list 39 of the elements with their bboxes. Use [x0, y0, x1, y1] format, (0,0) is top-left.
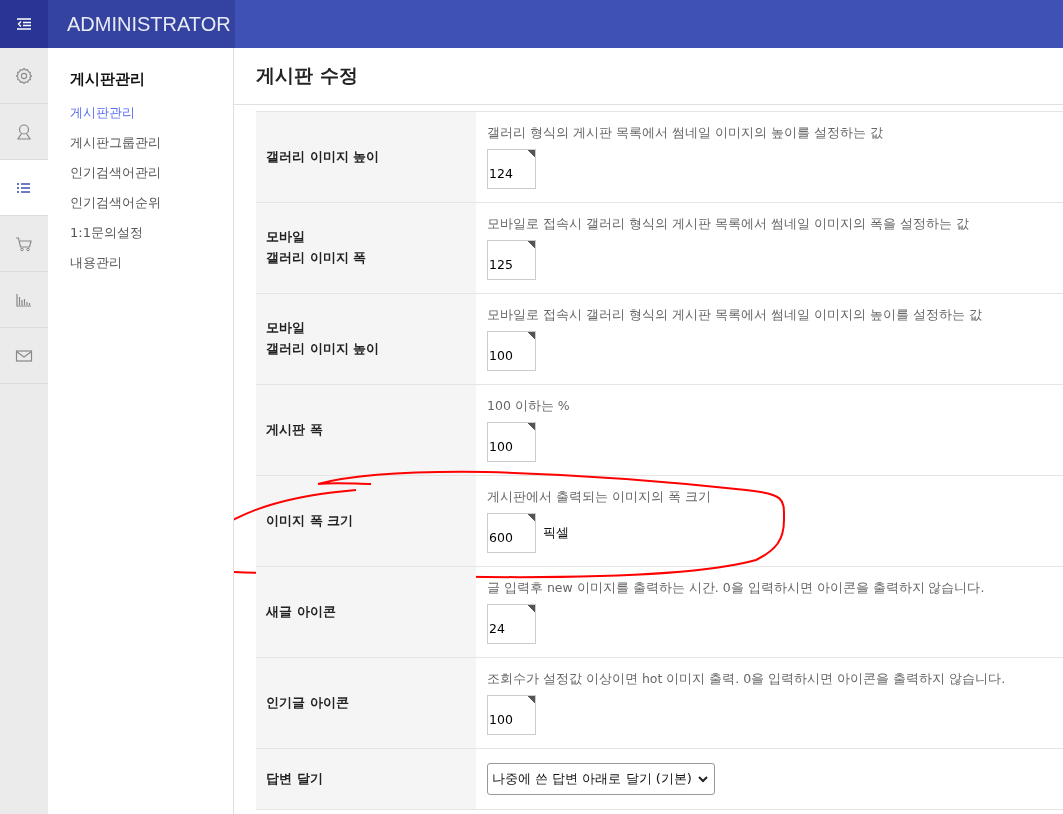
number-input[interactable]: 24	[487, 604, 536, 644]
person-icon	[15, 122, 33, 141]
field-label: 인기글 아이콘	[256, 658, 476, 748]
field-label: 답변 달기	[256, 749, 476, 809]
sidebar-link[interactable]: 내용관리	[70, 248, 122, 278]
sidebar-link[interactable]: 인기검색어순위	[70, 188, 161, 218]
field-description: 게시판에서 출력되는 이미지의 폭 크기	[487, 489, 712, 506]
field-description: 갤러리 형식의 게시판 목록에서 썸네일 이미지의 높이를 설정하는 값	[487, 125, 884, 142]
field-description: 조회수가 설정값 이상이면 hot 이미지 출력. 0을 입력하시면 아이콘을 출력하지 않습니다.	[487, 671, 1007, 688]
chevron-down-icon	[697, 775, 708, 783]
sidebar-link[interactable]: 1:1문의설정	[70, 218, 143, 248]
app-title: ADMINISTRATOR	[67, 12, 231, 36]
collapse-menu-icon	[17, 18, 31, 30]
field-description: 모바일로 접속시 갤러리 형식의 게시판 목록에서 썸네일 이미지의 높이를 설정하는 값	[487, 307, 983, 324]
field-label: 모바일 갤러리 이미지 높이	[256, 294, 476, 384]
number-input[interactable]: 100	[487, 422, 536, 462]
field-label: 모바일 갤러리 이미지 폭	[256, 203, 476, 293]
number-input[interactable]: 600	[487, 513, 536, 553]
field-label: 게시판 폭	[256, 385, 476, 475]
reply-order-dropdown[interactable]: 나중에 쓴 답변 아래로 달기 (기본)	[487, 763, 715, 795]
sidebar-link[interactable]: 게시판관리	[70, 98, 135, 128]
collapse-menu-button[interactable]	[0, 0, 48, 48]
number-input[interactable]: 124	[487, 149, 536, 189]
sidebar-link[interactable]: 게시판그룹관리	[70, 128, 161, 158]
field-label: 새글 아이콘	[256, 567, 476, 657]
number-input[interactable]: 100	[487, 695, 536, 735]
field-description: 글 입력후 new 이미지를 출력하는 시간. 0을 입력하시면 아이콘을 출력하지 않습니다.	[487, 580, 986, 597]
field-description: 모바일로 접속시 갤러리 형식의 게시판 목록에서 썸네일 이미지의 폭을 설정하는 값	[487, 216, 970, 233]
sidebar-link[interactable]: 인기검색어관리	[70, 158, 161, 188]
sidebar-heading: 게시판관리	[70, 70, 145, 89]
field-label: 이미지 폭 크기	[256, 476, 476, 566]
number-input[interactable]: 100	[487, 331, 536, 371]
unit-label: 픽셀	[543, 524, 569, 542]
cart-icon	[15, 234, 33, 253]
field-label: 갤러리 이미지 높이	[256, 112, 476, 202]
page-title: 게시판 수정	[256, 63, 358, 88]
settings-icon	[15, 66, 33, 85]
number-input[interactable]: 125	[487, 240, 536, 280]
field-description: 100 이하는 %	[487, 398, 571, 415]
